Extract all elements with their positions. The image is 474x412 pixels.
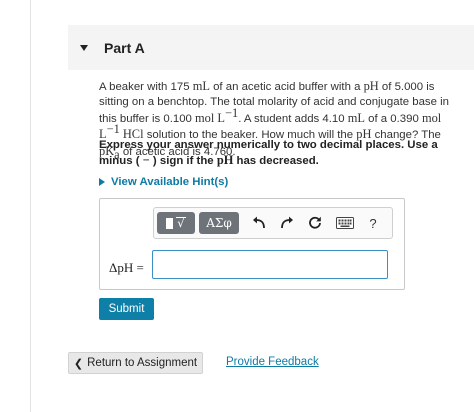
- answer-label: ΔpH =: [109, 260, 144, 275]
- left-divider: [30, 0, 31, 412]
- redo-button[interactable]: [273, 212, 301, 234]
- answer-input[interactable]: [152, 250, 388, 279]
- submit-button[interactable]: Submit: [99, 298, 154, 320]
- provide-feedback-link[interactable]: Provide Feedback: [226, 356, 319, 368]
- keyboard-button[interactable]: [329, 212, 361, 234]
- answer-box: √ ΑΣφ ? ΔpH =: [99, 198, 405, 290]
- help-button[interactable]: ?: [361, 212, 385, 234]
- instruction-text: Express your answer numerically to two d…: [99, 139, 438, 168]
- template-icon: [166, 217, 174, 229]
- undo-button[interactable]: [245, 212, 273, 234]
- caret-down-icon[interactable]: [80, 44, 88, 51]
- part-header[interactable]: Part A: [68, 25, 474, 70]
- reset-button[interactable]: [301, 212, 329, 234]
- return-to-assignment-button[interactable]: ❮ Return to Assignment: [68, 352, 203, 374]
- template-root-glyph: √: [176, 216, 186, 230]
- redo-icon: [281, 216, 293, 229]
- symbols-icon: ΑΣφ: [206, 216, 232, 230]
- template-button[interactable]: √: [157, 212, 195, 234]
- chevron-left-icon: ❮: [73, 357, 84, 370]
- undo-icon: [253, 216, 265, 229]
- part-title: Part A: [104, 39, 145, 56]
- help-icon: ?: [369, 215, 377, 231]
- view-hints-label: View Available Hint(s): [111, 176, 229, 188]
- reset-icon: [309, 216, 321, 229]
- symbols-button[interactable]: ΑΣφ: [199, 212, 239, 234]
- math-toolbar: √ ΑΣφ ?: [153, 207, 393, 239]
- view-hints-link[interactable]: View Available Hint(s): [99, 176, 228, 188]
- return-label: Return to Assignment: [87, 357, 198, 369]
- keyboard-icon: [336, 217, 354, 229]
- triangle-right-icon: [99, 178, 105, 186]
